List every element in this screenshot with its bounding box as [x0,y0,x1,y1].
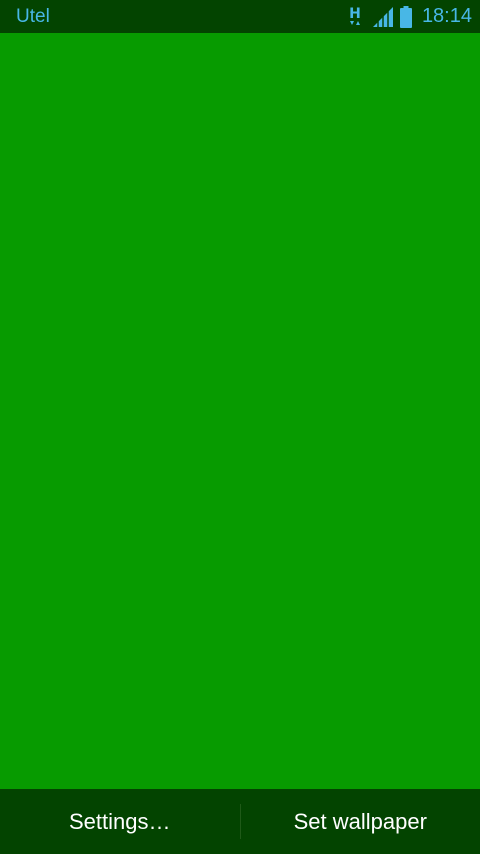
status-bar: Utel H 18:14 [0,0,480,33]
wallpaper-preview [0,33,480,789]
hspa-data-icon: H [344,5,366,29]
wallpaper-action-bar: Settings… Set wallpaper [0,789,480,854]
svg-text:H: H [349,6,361,22]
signal-strength-icon [372,6,394,27]
settings-button[interactable]: Settings… [0,789,240,854]
set-wallpaper-button[interactable]: Set wallpaper [241,789,480,854]
status-icons: H 18:14 [344,0,472,33]
clock: 18:14 [421,5,472,27]
carrier-name: Utel [16,6,50,27]
battery-icon [399,5,412,28]
